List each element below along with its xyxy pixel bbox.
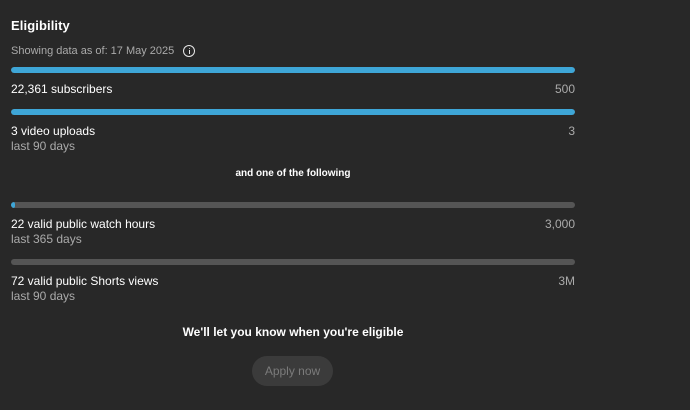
subscribers-progress-fill <box>11 67 575 73</box>
subscribers-progress-bar <box>11 67 575 73</box>
uploads-label: 3 video uploads <box>11 124 96 138</box>
one-of-following-text: and one of the following <box>235 168 351 179</box>
shorts-views-target: 3M <box>558 274 575 288</box>
watch-hours-progress-bar <box>11 202 575 208</box>
watch-hours-period: last 365 days <box>11 232 82 246</box>
watch-hours-label: 22 valid public watch hours <box>11 217 156 231</box>
shorts-views-progress-bar <box>11 259 575 265</box>
info-icon[interactable] <box>183 45 196 57</box>
subscribers-target: 500 <box>554 82 575 96</box>
uploads-progress-fill <box>11 109 575 115</box>
uploads-period: last 90 days <box>11 139 76 153</box>
watch-hours-progress-fill <box>11 202 15 208</box>
data-as-of-text: Showing data as of: 17 May 2025 <box>11 45 175 57</box>
shorts-views-label: 72 valid public Shorts views <box>11 274 159 288</box>
apply-now-button[interactable]: Apply now <box>252 356 333 386</box>
uploads-progress-bar <box>11 109 575 115</box>
eligibility-notice: We'll let you know when you're eligible <box>182 325 404 339</box>
watch-hours-target: 3,000 <box>544 217 575 231</box>
subscribers-label: 22,361 subscribers <box>11 82 113 96</box>
shorts-views-period: last 90 days <box>11 289 76 303</box>
section-title: Eligibility <box>11 18 70 33</box>
data-as-of-row: Showing data as of: 17 May 2025 <box>11 45 196 57</box>
uploads-target: 3 <box>568 124 575 138</box>
